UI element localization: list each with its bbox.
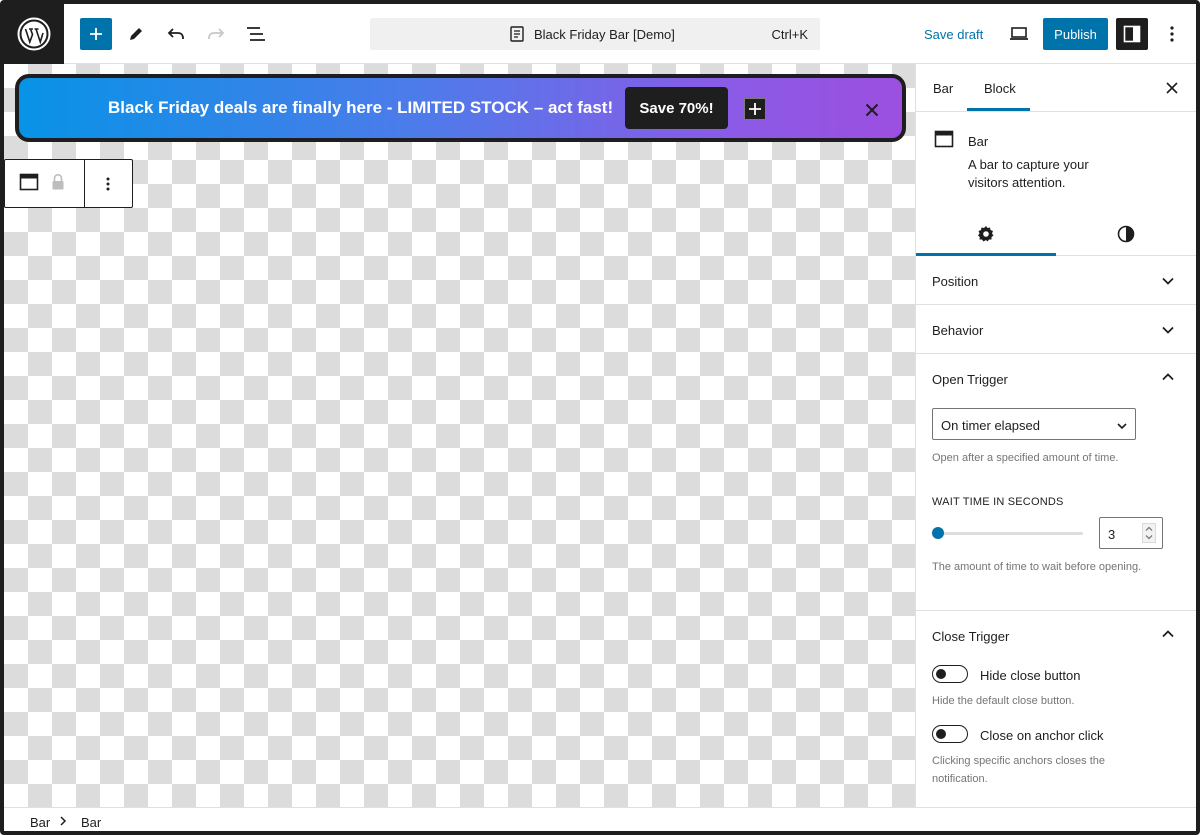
breadcrumb-item[interactable]: Bar bbox=[30, 815, 50, 830]
panel-open-trigger-title[interactable]: Open Trigger bbox=[932, 372, 1008, 387]
block-description: A bar to capture your visitors attention… bbox=[968, 157, 1089, 190]
gear-icon bbox=[978, 226, 994, 242]
open-trigger-select[interactable]: On timer elapsed bbox=[932, 408, 1136, 440]
block-options-button[interactable] bbox=[95, 172, 121, 196]
wait-time-help: The amount of time to wait before openin… bbox=[932, 561, 1142, 573]
more-vertical-icon bbox=[106, 177, 110, 191]
settings-tab[interactable] bbox=[916, 212, 1056, 256]
redo-icon bbox=[208, 28, 225, 39]
undo-button[interactable] bbox=[160, 18, 192, 50]
panel-behavior[interactable]: Behavior bbox=[916, 305, 1196, 354]
plus-icon bbox=[749, 103, 761, 115]
bar-message[interactable]: Black Friday deals are finally here - LI… bbox=[108, 98, 613, 118]
options-menu-button[interactable] bbox=[1156, 18, 1188, 50]
block-toolbar bbox=[4, 159, 133, 208]
add-block-button[interactable] bbox=[744, 98, 766, 120]
editor-canvas[interactable]: Black Friday deals are finally here - LI… bbox=[4, 64, 915, 807]
toolbar-divider bbox=[84, 160, 85, 207]
page-icon bbox=[510, 26, 524, 45]
block-card: Bar A bar to capture your visitors atten… bbox=[916, 112, 1196, 212]
save-draft-button[interactable]: Save draft bbox=[924, 27, 983, 42]
chevron-down-icon bbox=[1117, 418, 1127, 433]
tab-block[interactable]: Block bbox=[984, 81, 1016, 96]
close-on-anchor-label[interactable]: Close on anchor click bbox=[980, 728, 1104, 743]
sidebar-icon bbox=[1123, 25, 1141, 43]
breadcrumb-item[interactable]: Bar bbox=[81, 815, 101, 830]
editor-header: Black Friday Bar [Demo] Ctrl+K Save draf… bbox=[0, 0, 1200, 64]
close-icon bbox=[1166, 82, 1178, 94]
panel-position-title[interactable]: Position bbox=[932, 274, 978, 289]
document-overview-button[interactable] bbox=[240, 18, 272, 50]
spinner-arrows-icon[interactable] bbox=[1142, 523, 1156, 543]
wait-time-label: WAIT TIME IN SECONDS bbox=[932, 496, 1064, 508]
undo-icon bbox=[167, 28, 184, 39]
wordpress-icon bbox=[17, 17, 51, 51]
plus-icon bbox=[90, 28, 102, 40]
tab-bar[interactable]: Bar bbox=[933, 81, 953, 96]
wait-time-slider-thumb[interactable] bbox=[932, 527, 944, 539]
bar-block-icon bbox=[19, 173, 39, 191]
more-vertical-icon bbox=[1170, 26, 1174, 42]
document-title: Black Friday Bar [Demo] bbox=[534, 27, 675, 42]
panel-behavior-title[interactable]: Behavior bbox=[932, 323, 983, 338]
hide-close-button-toggle[interactable] bbox=[932, 665, 968, 683]
styles-tab[interactable] bbox=[1056, 212, 1196, 256]
block-inspector-tabs bbox=[916, 212, 1196, 256]
chevron-right-icon bbox=[59, 815, 67, 830]
settings-sidebar: Bar Block Bar A bar to capture your visi… bbox=[915, 64, 1196, 807]
publish-button[interactable]: Publish bbox=[1043, 18, 1108, 50]
chevron-down-icon bbox=[1158, 271, 1178, 291]
wordpress-logo-button[interactable] bbox=[4, 4, 64, 64]
bar-close-button[interactable] bbox=[861, 99, 883, 121]
bar-block-icon bbox=[934, 130, 954, 151]
sidebar-scrollbar[interactable] bbox=[1196, 64, 1200, 807]
list-view-icon bbox=[247, 27, 265, 41]
close-on-anchor-toggle[interactable] bbox=[932, 725, 968, 743]
chevron-down-icon bbox=[1158, 320, 1178, 340]
breadcrumb: Bar Bar bbox=[0, 807, 1200, 835]
preview-button[interactable] bbox=[1003, 18, 1035, 50]
hide-close-button-label[interactable]: Hide close button bbox=[980, 668, 1080, 683]
hide-close-button-help: Hide the default close button. bbox=[932, 695, 1075, 707]
pencil-icon bbox=[130, 28, 142, 40]
close-on-anchor-help: Clicking specific anchors closes the not… bbox=[932, 755, 1106, 785]
command-palette-bar[interactable]: Black Friday Bar [Demo] Ctrl+K bbox=[370, 18, 820, 50]
block-inserter-button[interactable] bbox=[80, 18, 112, 50]
tools-button[interactable] bbox=[120, 18, 152, 50]
chevron-up-icon bbox=[1158, 624, 1178, 644]
active-tab-indicator bbox=[967, 108, 1030, 111]
desktop-icon bbox=[1010, 27, 1028, 40]
block-type-button[interactable] bbox=[19, 173, 39, 194]
settings-toggle-button[interactable] bbox=[1116, 18, 1148, 50]
command-shortcut: Ctrl+K bbox=[771, 27, 808, 42]
sidebar-tabs: Bar Block bbox=[916, 64, 1196, 112]
wait-time-slider-track[interactable] bbox=[938, 532, 1083, 535]
bar-cta-button[interactable]: Save 70%! bbox=[625, 87, 728, 129]
contrast-icon bbox=[1117, 225, 1135, 243]
close-sidebar-button[interactable] bbox=[1162, 78, 1182, 98]
block-name: Bar bbox=[968, 134, 989, 149]
open-trigger-select-value: On timer elapsed bbox=[941, 418, 1040, 433]
close-icon bbox=[865, 103, 879, 117]
panel-close-trigger-title[interactable]: Close Trigger bbox=[932, 629, 1009, 644]
notification-bar-block[interactable]: Black Friday deals are finally here - LI… bbox=[15, 74, 906, 142]
redo-button[interactable] bbox=[200, 18, 232, 50]
wait-time-value: 3 bbox=[1108, 527, 1116, 542]
wait-time-number-input[interactable]: 3 bbox=[1099, 517, 1163, 549]
chevron-up-icon bbox=[1158, 367, 1178, 387]
open-trigger-help: Open after a specified amount of time. bbox=[932, 452, 1119, 464]
panel-position[interactable]: Position bbox=[916, 256, 1196, 305]
lock-icon[interactable] bbox=[51, 173, 65, 194]
